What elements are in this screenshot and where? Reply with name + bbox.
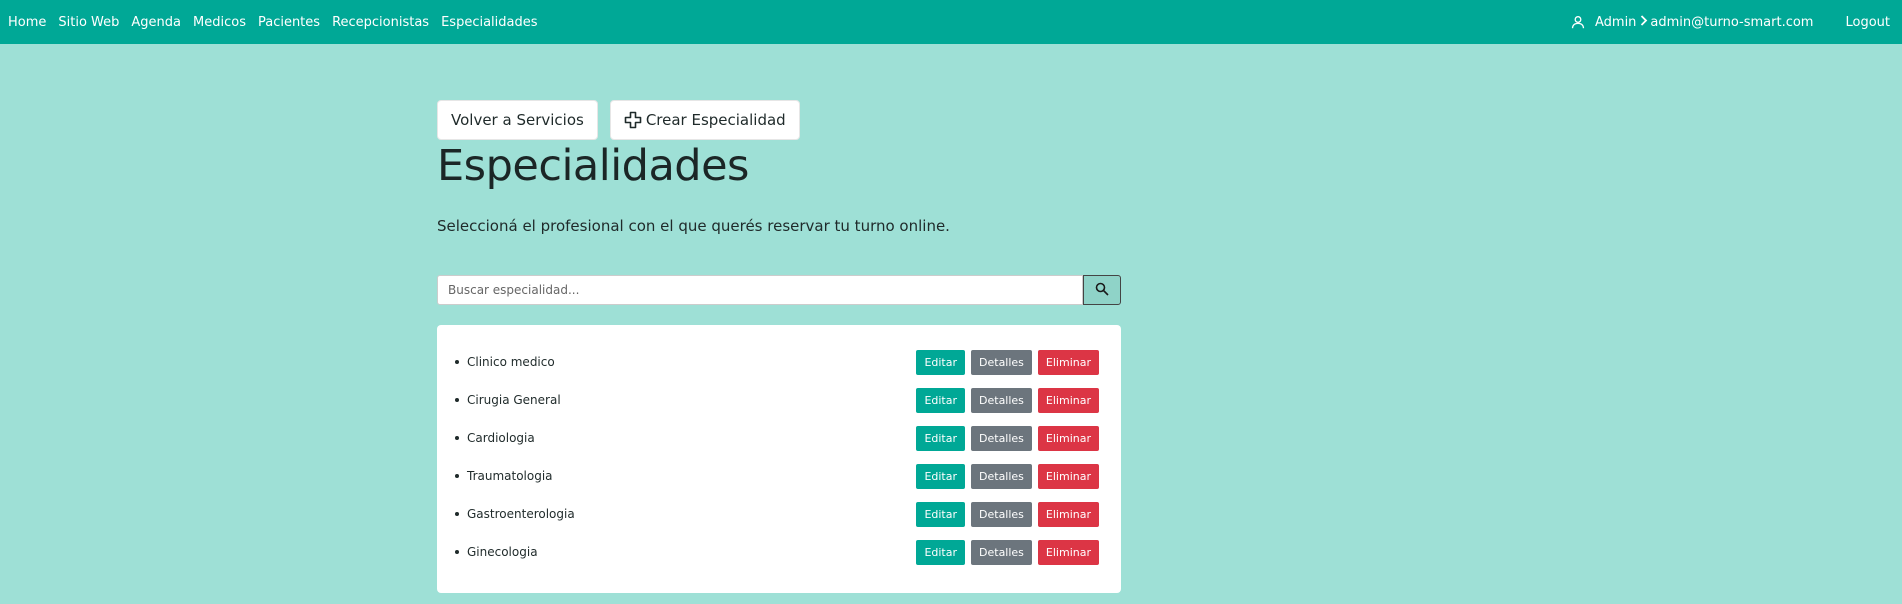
search-input[interactable] <box>437 275 1083 305</box>
list-item: Traumatologia Editar Detalles Eliminar <box>455 457 1099 495</box>
back-to-services-button[interactable]: Volver a Servicios <box>437 100 598 140</box>
nav-link-medicos[interactable]: Medicos <box>193 15 246 30</box>
delete-button[interactable]: Eliminar <box>1037 425 1099 451</box>
edit-button[interactable]: Editar <box>916 387 966 413</box>
list-item: Gastroenterologia Editar Detalles Elimin… <box>455 495 1099 533</box>
nav-link-sitio-web[interactable]: Sitio Web <box>58 15 119 30</box>
details-button[interactable]: Detalles <box>971 349 1032 375</box>
delete-button[interactable]: Eliminar <box>1037 539 1099 565</box>
user-menu[interactable]: Admin admin@turno-smart.com Logout <box>1571 15 1894 30</box>
nav-link-especialidades[interactable]: Especialidades <box>441 15 537 30</box>
nav-links: Home Sitio Web Agenda Medicos Pacientes … <box>8 15 550 30</box>
row-actions: Editar Detalles Eliminar <box>916 501 1099 527</box>
details-button[interactable]: Detalles <box>971 539 1032 565</box>
search-button[interactable] <box>1083 275 1121 305</box>
bullet <box>455 436 459 440</box>
edit-button[interactable]: Editar <box>916 501 966 527</box>
specialty-name: Gastroenterologia <box>467 507 575 521</box>
main-content: Volver a Servicios Crear Especialidad Es… <box>437 100 1121 593</box>
row-actions: Editar Detalles Eliminar <box>916 463 1099 489</box>
page-title: Especialidades <box>437 141 749 191</box>
create-button-label: Crear Especialidad <box>645 111 786 129</box>
nav-link-agenda[interactable]: Agenda <box>131 15 181 30</box>
delete-button[interactable]: Eliminar <box>1037 349 1099 375</box>
details-button[interactable]: Detalles <box>971 463 1032 489</box>
row-actions: Editar Detalles Eliminar <box>916 387 1099 413</box>
list-item: Ginecologia Editar Detalles Eliminar <box>455 533 1099 571</box>
bullet <box>455 550 459 554</box>
nav-link-pacientes[interactable]: Pacientes <box>258 15 320 30</box>
nav-link-home[interactable]: Home <box>8 15 46 30</box>
list-item: Cirugia General Editar Detalles Eliminar <box>455 381 1099 419</box>
search-bar <box>437 275 1121 305</box>
specialty-name: Cirugia General <box>467 393 561 407</box>
row-actions: Editar Detalles Eliminar <box>916 349 1099 375</box>
top-navbar: Home Sitio Web Agenda Medicos Pacientes … <box>0 0 1902 44</box>
logout-link[interactable]: Logout <box>1845 15 1890 30</box>
details-button[interactable]: Detalles <box>971 425 1032 451</box>
nav-link-recepcionistas[interactable]: Recepcionistas <box>332 15 429 30</box>
delete-button[interactable]: Eliminar <box>1037 463 1099 489</box>
list-item: Clinico medico Editar Detalles Eliminar <box>455 343 1099 381</box>
specialty-name: Clinico medico <box>467 355 555 369</box>
toolbar: Volver a Servicios Crear Especialidad <box>437 100 1121 140</box>
search-icon <box>1095 282 1109 299</box>
specialties-list: Clinico medico Editar Detalles Eliminar … <box>437 325 1121 593</box>
user-label: Admin <box>1594 14 1637 30</box>
create-specialty-button[interactable]: Crear Especialidad <box>609 100 800 140</box>
edit-button[interactable]: Editar <box>916 349 966 375</box>
page-subtitle: Seleccioná el profesional con el que que… <box>437 217 950 235</box>
list-item: Cardiologia Editar Detalles Eliminar <box>455 419 1099 457</box>
user-icon <box>1571 15 1585 29</box>
specialty-name: Traumatologia <box>467 469 553 483</box>
edit-button[interactable]: Editar <box>916 539 966 565</box>
plus-icon <box>624 111 642 129</box>
edit-button[interactable]: Editar <box>916 425 966 451</box>
delete-button[interactable]: Eliminar <box>1037 501 1099 527</box>
bullet <box>455 360 459 364</box>
specialty-name: Cardiologia <box>467 431 535 445</box>
delete-button[interactable]: Eliminar <box>1037 387 1099 413</box>
bullet <box>455 474 459 478</box>
back-button-label: Volver a Servicios <box>451 111 584 129</box>
bullet <box>455 398 459 402</box>
row-actions: Editar Detalles Eliminar <box>916 425 1099 451</box>
row-actions: Editar Detalles Eliminar <box>916 539 1099 565</box>
chevron-right-icon <box>1640 14 1648 30</box>
edit-button[interactable]: Editar <box>916 463 966 489</box>
details-button[interactable]: Detalles <box>971 501 1032 527</box>
user-email: admin@turno-smart.com <box>1650 14 1814 30</box>
details-button[interactable]: Detalles <box>971 387 1032 413</box>
bullet <box>455 512 459 516</box>
specialty-name: Ginecologia <box>467 545 538 559</box>
